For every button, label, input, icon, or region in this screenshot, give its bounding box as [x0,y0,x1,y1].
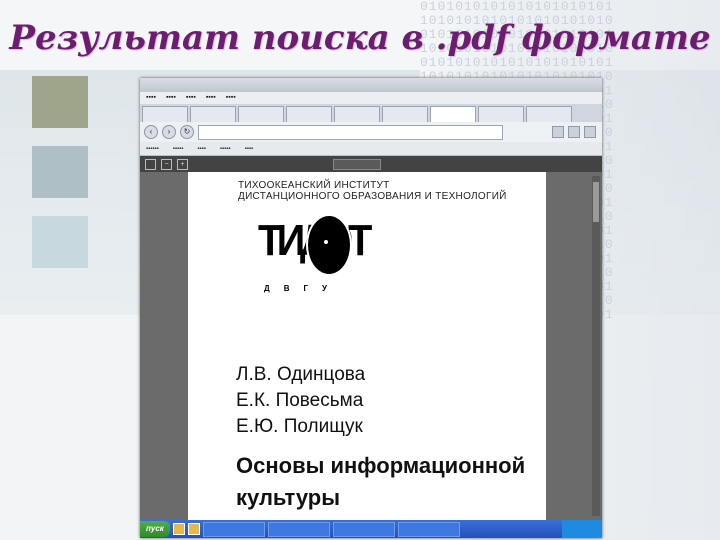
start-button[interactable]: пуск [140,521,170,537]
url-input[interactable] [198,124,503,140]
address-bar-row: ‹ › ↻ [140,122,602,142]
zoom-out-icon[interactable]: − [161,158,172,170]
taskbar-item[interactable] [332,521,395,537]
book-title: Основы информационной культуры [236,453,526,510]
toolbar-icons [552,126,602,138]
scrollbar-thumb[interactable] [593,182,599,222]
pdf-scrollbar[interactable] [592,176,600,516]
browser-tab[interactable] [238,106,284,122]
browser-screenshot: ▪▪▪▪ ▪▪▪▪ ▪▪▪▪ ▪▪▪▪ ▪▪▪▪ ‹ › ↻ ▪▪▪▪▪▪ ▪▪… [140,78,602,538]
taskbar-item[interactable] [202,521,265,537]
menu-item[interactable]: ▪▪▪▪ [146,92,156,104]
bookmarks-bar: ▪▪▪▪▪▪ ▪▪▪▪▪ ▪▪▪▪ ▪▪▪▪▪ ▪▪▪▪ [140,142,602,156]
browser-tab[interactable] [526,106,572,122]
browser-tab[interactable] [382,106,428,122]
star-icon[interactable] [568,126,580,138]
taskbar-item[interactable] [397,521,460,537]
decorative-square-lightblue [32,216,88,268]
quicklaunch-icon[interactable] [172,523,185,535]
bookmark-item[interactable]: ▪▪▪▪▪ [220,142,231,155]
decorative-square-olive [32,76,88,128]
logo-subtitle: ДВГУ [264,284,341,293]
bookmark-item[interactable]: ▪▪▪▪ [197,142,206,155]
authors-list: Л.В. Одинцова Е.К. Повесьма Е.Ю. Полищук [236,362,365,440]
menu-item[interactable]: ▪▪▪▪ [226,92,236,104]
browser-tab[interactable] [478,106,524,122]
browser-tab-active[interactable] [430,106,476,122]
browser-tab-strip [140,104,602,122]
reload-icon[interactable]: ↻ [180,125,194,139]
pdf-page: ТИХООКЕАНСКИЙ ИНСТИТУТ ДИСТАНЦИОННОГО ОБ… [188,172,546,522]
bookmark-item[interactable]: ▪▪▪▪ [245,142,254,155]
page-icon[interactable] [145,158,156,170]
bookmark-item[interactable]: ▪▪▪▪▪ [173,142,184,155]
browser-tab[interactable] [334,106,380,122]
slide-title: Результат поиска в .pdf формате [9,18,711,58]
bookmark-item[interactable]: ▪▪▪▪▪▪ [146,142,159,155]
author-name: Е.К. Повесьма [236,390,364,411]
decorative-square-blue [32,146,88,198]
window-title-bar [140,78,602,92]
zoom-select[interactable] [333,158,381,170]
institute-name: ТИХООКЕАНСКИЙ ИНСТИТУТ ДИСТАНЦИОННОГО ОБ… [238,180,507,202]
forward-arrow-icon[interactable]: › [162,125,176,139]
settings-icon[interactable] [584,126,596,138]
menu-item[interactable]: ▪▪▪▪ [166,92,176,104]
search-icon[interactable] [552,126,564,138]
menu-item[interactable]: ▪▪▪▪ [186,92,196,104]
zoom-in-icon[interactable]: + [177,158,188,170]
back-arrow-icon[interactable]: ‹ [144,125,158,139]
logo-globe-icon [306,214,352,276]
pdf-viewer-toolbar: − + [140,156,602,172]
menu-item[interactable]: ▪▪▪▪ [206,92,216,104]
author-name: Е.Ю. Полищук [236,416,363,437]
browser-tab[interactable] [190,106,236,122]
system-tray [562,520,602,538]
taskbar-item[interactable] [267,521,330,537]
quicklaunch-icon[interactable] [187,523,200,535]
logo-dot [324,240,328,244]
author-name: Л.В. Одинцова [236,364,366,385]
browser-tab[interactable] [142,106,188,122]
browser-tab[interactable] [286,106,332,122]
windows-taskbar: пуск [140,520,602,538]
browser-menu-bar: ▪▪▪▪ ▪▪▪▪ ▪▪▪▪ ▪▪▪▪ ▪▪▪▪ [140,92,602,104]
